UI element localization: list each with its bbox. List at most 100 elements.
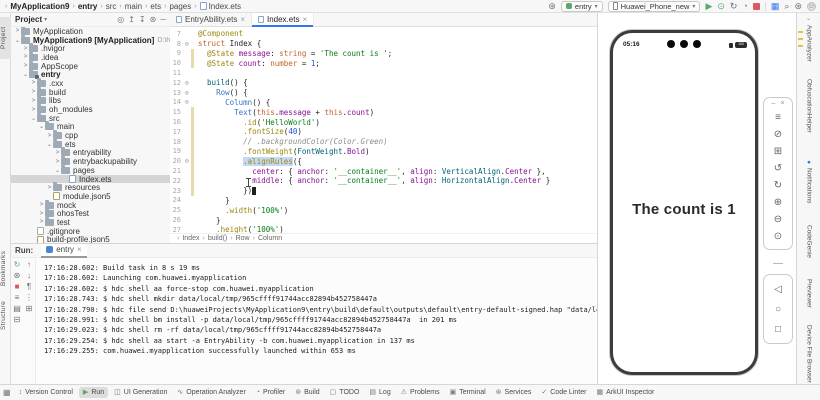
tree-chevron-icon[interactable]: ⌄ [14, 37, 21, 44]
mirror-action-icon[interactable]: ↺ [774, 160, 782, 177]
tree-row[interactable]: .gitignore [11, 227, 170, 236]
mirror-action-icon[interactable]: ⊞ [774, 143, 782, 160]
toolwindow-button[interactable]: ◫ UI Generation [110, 387, 171, 398]
tree-row[interactable]: build-profile.json5 [11, 236, 170, 244]
account-avatar[interactable]: ☺ [807, 2, 816, 11]
mirror-action-icon[interactable]: ⊘ [774, 126, 782, 143]
breadcrumb-item[interactable]: › src [99, 2, 116, 11]
tree-row[interactable]: > libs [11, 97, 170, 106]
tree-chevron-icon[interactable]: > [30, 80, 37, 86]
tree-chevron-icon[interactable]: ⌄ [38, 123, 45, 130]
device-selector[interactable]: Huawei_Phone_new ▾ [608, 1, 701, 12]
nav-button-icon[interactable]: □ [775, 319, 781, 339]
console-toolbar-icon[interactable]: ▤ [13, 305, 21, 313]
profiler-button[interactable]: ◔ [742, 2, 747, 11]
tree-chevron-icon[interactable]: > [54, 159, 61, 165]
tree-row[interactable]: ⌄ main [11, 123, 170, 132]
toolwindow-button[interactable]: ⊚ Build [291, 387, 323, 398]
tree-chevron-icon[interactable]: > [46, 133, 53, 139]
mirror-action-icon[interactable]: ⊕ [774, 194, 782, 211]
project-tool-icon[interactable]: ◎ [117, 15, 124, 24]
tree-row[interactable]: > .hvigor [11, 44, 170, 53]
tree-row[interactable]: module.json5 [11, 192, 170, 201]
console-toolbar-icon[interactable]: ⋮ [25, 294, 33, 302]
close-tab-icon[interactable]: × [302, 15, 307, 24]
toolwindow-button[interactable]: ⚠ Problems [397, 387, 444, 398]
editor-tab[interactable]: Index.ets × [252, 13, 314, 26]
project-tool-icon[interactable]: ⊛ [150, 15, 157, 24]
console-toolbar-icon[interactable]: ↓ [27, 272, 31, 280]
close-tab-icon[interactable]: × [240, 15, 245, 24]
tree-row[interactable]: > oh_modules [11, 105, 170, 114]
project-tool-icon[interactable]: ─ [160, 15, 166, 24]
tree-row[interactable]: > cpp [11, 131, 170, 140]
editor-tab[interactable]: EntryAbility.ets × [170, 13, 252, 26]
tree-chevron-icon[interactable]: ⌄ [54, 167, 61, 174]
console-toolbar-icon[interactable]: ⊛ [14, 272, 21, 280]
breadcrumb-item[interactable]: › Index.ets [193, 2, 241, 11]
tree-chevron-icon[interactable]: > [38, 219, 45, 225]
tool-windows-icon[interactable]: ▦ [3, 388, 11, 397]
breadcrumb-item[interactable]: › MyApplication9 [4, 2, 69, 11]
chevron-down-icon[interactable]: ⌄ [797, 15, 820, 22]
tree-row[interactable]: > entryability [11, 149, 170, 158]
toolwindow-button[interactable]: ↕ Version Control [15, 387, 77, 398]
sidebar-tab-codegenie[interactable]: CodeGenie [799, 225, 819, 258]
project-tool-icon[interactable]: ↥ [128, 15, 135, 24]
sidebar-tab-obfuscationhelper[interactable]: ObfuscationHelper [799, 79, 819, 133]
close-icon[interactable]: × [780, 100, 784, 107]
project-panel-title[interactable]: Project [15, 15, 42, 24]
settings-icon[interactable]: ⊛ [794, 2, 802, 11]
toolwindow-button[interactable]: ▦ ArkUI Inspector [592, 387, 658, 398]
toolwindow-button[interactable]: ▶ Run [79, 387, 108, 398]
tree-chevron-icon[interactable]: > [54, 150, 61, 156]
run-tab-entry[interactable]: entry × [41, 244, 86, 258]
sidebar-tab-bookmarks[interactable]: Bookmarks [0, 246, 11, 290]
tree-chevron-icon[interactable]: ⌄ [30, 115, 37, 122]
tree-row[interactable]: ⌄ src [11, 114, 170, 123]
sidebar-tab-structure[interactable]: Structure [0, 294, 11, 336]
console-toolbar-icon[interactable]: ¶ [27, 283, 31, 291]
tree-chevron-icon[interactable]: > [38, 211, 45, 217]
console-toolbar-icon[interactable]: ■ [15, 283, 20, 291]
toolwindow-button[interactable]: ∿ Operation Analyzer [173, 387, 249, 398]
toolwindow-button[interactable]: ▣ Terminal [446, 387, 490, 398]
editor-breadcrumb-item[interactable]: › Column [252, 235, 282, 242]
tree-chevron-icon[interactable]: > [46, 185, 53, 191]
toolwindow-button[interactable]: ⊛ Services [492, 387, 536, 398]
mirror-action-icon[interactable]: ⊖ [774, 211, 782, 228]
run-config-selector[interactable]: entry ▾ [561, 1, 603, 12]
run-button[interactable]: ▶ [705, 2, 712, 11]
tree-row[interactable]: ⌄ MyApplication9 [MyApplication] D:\huaw… [11, 36, 170, 45]
restart-button[interactable]: ↻ [730, 2, 738, 11]
tree-chevron-icon[interactable]: > [22, 46, 29, 52]
debug-button[interactable]: ⊙ [717, 2, 725, 11]
phone-screen[interactable]: 05:16 100 The count is 1 [613, 33, 755, 372]
sidebar-tab-previewer[interactable]: Previewer [799, 279, 819, 308]
tree-row[interactable]: ⌄ ets [11, 140, 170, 149]
tree-chevron-icon[interactable]: > [38, 202, 45, 208]
tree-row[interactable]: > .idea [11, 53, 170, 62]
sidebar-tab-device-file-browser[interactable]: Device File Browser [799, 325, 819, 383]
tree-row[interactable]: > resources [11, 183, 170, 192]
tree-chevron-icon[interactable]: > [30, 98, 37, 104]
tree-row[interactable]: > mock [11, 201, 170, 210]
sidebar-tab-notifications[interactable]: ● Notifications [799, 159, 819, 203]
toolwindow-button[interactable]: ✓ Code Linter [537, 387, 590, 398]
device-manager-icon[interactable]: ▦ [771, 2, 780, 11]
breadcrumb-item[interactable]: › entry [71, 2, 97, 11]
console-toolbar-icon[interactable]: ↻ [14, 261, 21, 269]
tree-row[interactable]: > MyApplication [11, 27, 170, 36]
tree-row[interactable]: > build [11, 88, 170, 97]
nav-button-icon[interactable]: ◁ [774, 279, 782, 299]
tree-row[interactable]: > AppScope [11, 62, 170, 71]
stop-button[interactable] [753, 3, 760, 10]
breadcrumb-item[interactable]: › pages [163, 2, 191, 11]
mirror-action-icon[interactable]: ≡ [775, 109, 781, 126]
chevron-down-icon[interactable]: ▾ [44, 16, 47, 23]
search-icon[interactable]: ⌕ [784, 2, 789, 11]
breadcrumb-item[interactable]: › ets [144, 2, 161, 11]
toolwindow-button[interactable]: ▢ TODO [326, 387, 364, 398]
tree-chevron-icon[interactable]: ⌄ [22, 71, 29, 78]
tree-row[interactable]: > .cxx [11, 79, 170, 88]
